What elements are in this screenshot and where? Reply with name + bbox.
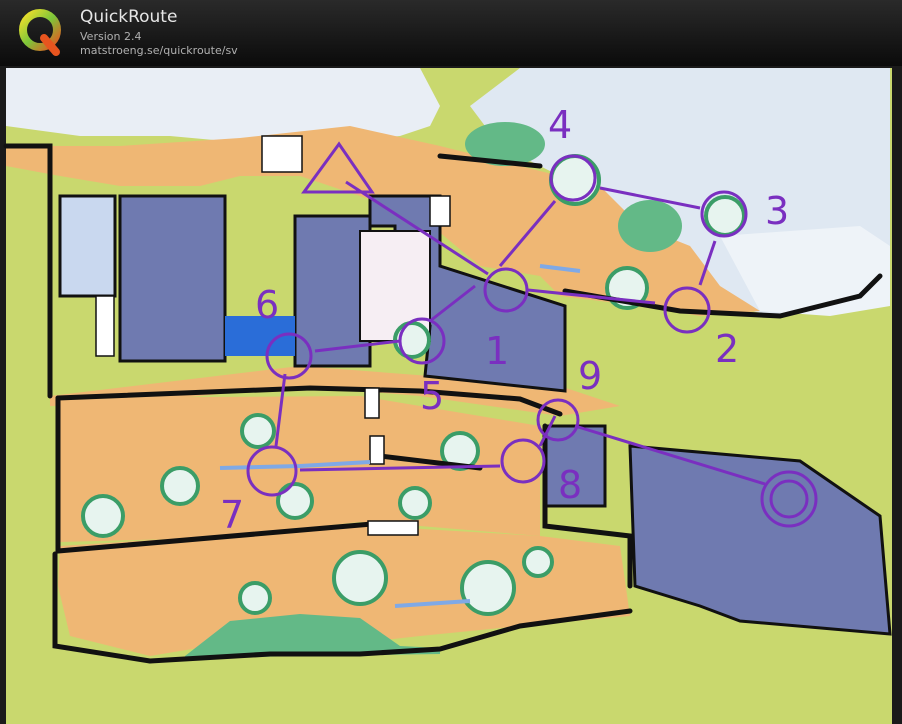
bush-1: [240, 413, 276, 449]
control-label-1: 1: [485, 329, 509, 373]
control-label-8: 8: [558, 463, 582, 507]
map-canvas[interactable]: 1 2 3 4 5 6 7 8 9: [0, 66, 902, 724]
app-header: QuickRoute Version 2.4 matstroeng.se/qui…: [0, 0, 902, 66]
control-label-7: 7: [220, 493, 244, 537]
building-west: [118, 194, 227, 363]
orienteering-map[interactable]: 1 2 3 4 5 6 7 8 9: [0, 66, 902, 724]
bush-2: [160, 466, 200, 506]
bush-3: [81, 494, 125, 538]
stairs-2: [369, 435, 385, 465]
bush-6: [398, 486, 432, 520]
stairs-1: [364, 387, 380, 419]
bush-7: [332, 550, 388, 606]
bush-10: [522, 546, 554, 578]
control-label-4: 4: [548, 103, 572, 147]
app-title: QuickRoute: [80, 7, 178, 27]
building-west-annex: [58, 194, 117, 298]
veg-patch-2: [618, 200, 682, 252]
control-label-9: 9: [578, 354, 602, 398]
stairs-3: [367, 520, 419, 536]
app-url[interactable]: matstroeng.se/quickroute/sv: [80, 44, 238, 57]
app-version: Version 2.4: [80, 30, 142, 43]
quickroute-logo: [19, 9, 61, 56]
control-label-6: 6: [255, 283, 279, 327]
bush-4: [276, 482, 314, 520]
bush-8: [460, 560, 516, 616]
stairs-5: [95, 295, 115, 357]
bush-9: [238, 581, 272, 615]
stairs-6: [429, 195, 451, 227]
control-label-5: 5: [420, 374, 444, 418]
control-label-2: 2: [715, 327, 739, 371]
stairs-4: [261, 135, 303, 173]
control-label-3: 3: [765, 189, 789, 233]
